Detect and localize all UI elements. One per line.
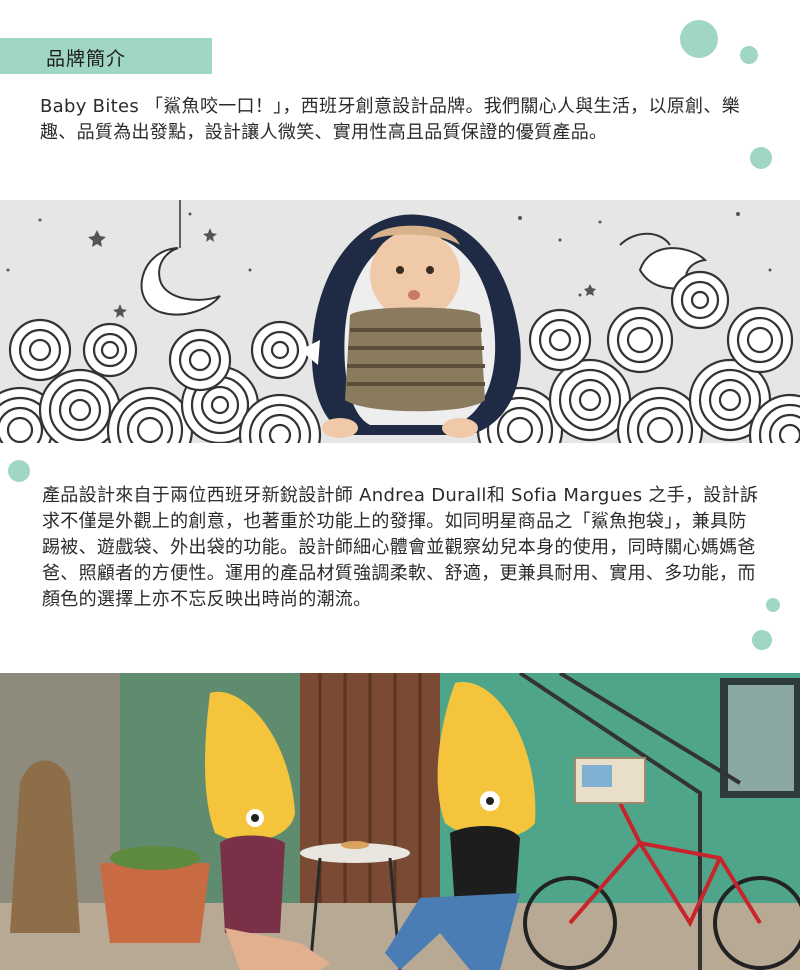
banner-illustration-art xyxy=(0,200,800,443)
section-tag-label: 品牌簡介 xyxy=(46,48,127,70)
banner-illustration xyxy=(0,200,800,443)
decorative-dot xyxy=(766,598,780,612)
decorative-dot xyxy=(750,147,772,169)
decorative-dot xyxy=(8,460,30,482)
brand-intro-paragraph: Baby Bites 「鯊魚咬一口！」，西班牙創意設計品牌。我們關心人與生活，以… xyxy=(40,96,740,143)
designer-paragraph: 產品設計來自于兩位西班牙新銳設計師 Andrea Durall和 Sofia M… xyxy=(42,485,759,610)
shark-costume-photo xyxy=(0,673,800,970)
decorative-dot xyxy=(740,46,758,64)
decorative-dot xyxy=(752,630,772,650)
shark-costume-photo-art xyxy=(0,673,800,970)
section-tag: 品牌簡介 xyxy=(0,38,212,74)
decorative-dot xyxy=(680,20,718,58)
